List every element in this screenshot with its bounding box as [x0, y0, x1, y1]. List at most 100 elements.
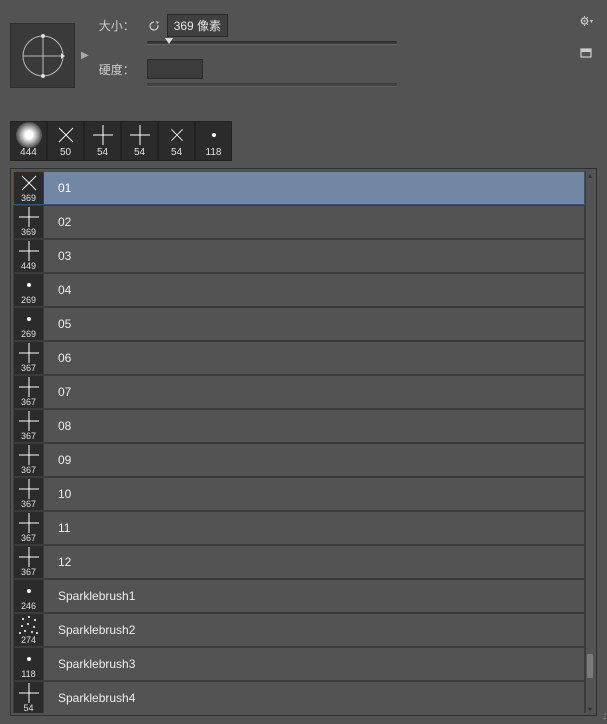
brush-item-thumb-icon — [14, 479, 43, 498]
brush-strip-size: 54 — [97, 147, 108, 158]
brush-item-label: Sparklebrush1 — [44, 589, 135, 603]
brush-item-size: 269 — [21, 296, 36, 305]
brush-list: 3690136902449032690426905367063670736708… — [13, 171, 585, 713]
brush-list-item[interactable]: 118 Sparklebrush3 — [13, 647, 585, 681]
brush-item-thumb: 269 — [14, 308, 44, 340]
brush-item-size: 246 — [21, 602, 36, 611]
brush-item-label: 08 — [44, 419, 71, 433]
brush-list-item[interactable]: 367 08 — [13, 409, 585, 443]
brush-item-size: 367 — [21, 500, 36, 509]
reset-size-icon[interactable] — [147, 19, 161, 33]
brush-item-thumb: 367 — [14, 342, 44, 374]
brush-item-thumb-icon — [14, 309, 43, 328]
brush-item-label: 05 — [44, 317, 71, 331]
size-value-input[interactable]: 369 像素 — [167, 14, 228, 37]
hardness-value-input[interactable] — [147, 59, 203, 79]
brush-list-item[interactable]: 367 10 — [13, 477, 585, 511]
chevron-right-icon: ▶ — [81, 50, 89, 61]
brush-list-item[interactable]: 246 Sparklebrush1 — [13, 579, 585, 613]
size-slider[interactable] — [147, 41, 397, 45]
hardness-row: 硬度： — [99, 59, 419, 79]
brush-item-thumb: 449 — [14, 240, 44, 272]
brush-item-thumb: 367 — [14, 410, 44, 442]
gear-icon[interactable]: ▾ — [579, 14, 593, 28]
hardness-label: 硬度： — [99, 61, 141, 78]
brush-item-thumb-icon — [14, 343, 43, 362]
brush-list-item[interactable]: 274Sparklebrush2 — [13, 613, 585, 647]
brush-strip: 444 50 54 54 54 118 — [10, 121, 607, 161]
brush-item-thumb: 369 — [14, 172, 44, 204]
brush-item-thumb: 369 — [14, 206, 44, 238]
brush-item-label: 02 — [44, 215, 71, 229]
brush-item-thumb-icon — [14, 547, 43, 566]
brush-strip-item[interactable]: 54 — [121, 121, 158, 161]
brush-item-size: 367 — [21, 568, 36, 577]
brush-item-thumb-icon — [14, 615, 43, 634]
brush-angle-preview-wrap: ▶ — [10, 10, 89, 101]
brush-item-label: 07 — [44, 385, 71, 399]
brush-item-label: 03 — [44, 249, 71, 263]
brush-thumb-icon — [11, 124, 46, 146]
brush-list-item[interactable]: 36706 — [13, 341, 585, 375]
resize-grip-icon[interactable]: .:: — [603, 711, 605, 722]
brush-item-label: 06 — [44, 351, 71, 365]
brush-list-item[interactable]: 269 05 — [13, 307, 585, 341]
brush-thumb-icon — [159, 124, 194, 146]
brush-item-thumb: 274 — [14, 614, 44, 646]
brush-list-item[interactable]: 36709 — [13, 443, 585, 477]
brush-thumb-icon — [48, 124, 83, 146]
hardness-slider[interactable] — [147, 83, 397, 87]
brush-list-item[interactable]: 36901 — [13, 171, 585, 205]
scroll-up-icon[interactable]: ▴ — [586, 171, 594, 179]
brush-strip-size: 444 — [20, 147, 37, 158]
brush-list-item[interactable]: 36712 — [13, 545, 585, 579]
brush-item-label: 11 — [44, 521, 70, 535]
brush-list-item[interactable]: 367 11 — [13, 511, 585, 545]
brush-item-thumb-icon — [14, 513, 43, 532]
svg-text:▾: ▾ — [590, 19, 593, 25]
brush-options-header: ▶ 大小： 369 像素 硬度： — [0, 0, 607, 105]
brush-item-size: 54 — [23, 704, 33, 713]
brush-item-thumb-icon — [14, 411, 43, 430]
brush-item-thumb-icon — [14, 275, 43, 294]
brush-item-thumb: 54 — [14, 682, 44, 713]
scrollbar-thumb[interactable] — [586, 653, 594, 679]
brush-strip-size: 54 — [171, 147, 182, 158]
brush-strip-size: 54 — [134, 147, 145, 158]
brush-strip-item[interactable]: 118 — [195, 121, 232, 161]
brush-item-thumb-icon — [14, 683, 43, 702]
brush-strip-item[interactable]: 54 — [158, 121, 195, 161]
list-scrollbar[interactable]: ▴ ▾ — [585, 171, 594, 713]
brush-item-thumb: 269 — [14, 274, 44, 306]
brush-list-item[interactable]: 44903 — [13, 239, 585, 273]
brush-item-size: 367 — [21, 534, 36, 543]
brush-strip-item[interactable]: 444 — [10, 121, 47, 161]
scroll-down-icon[interactable]: ▾ — [586, 705, 594, 713]
brush-sliders: 大小： 369 像素 硬度： — [99, 10, 419, 101]
new-preset-icon[interactable] — [579, 46, 593, 60]
panel-corner-controls: ▾ — [579, 14, 593, 60]
brush-item-label: Sparklebrush2 — [44, 623, 135, 637]
brush-item-thumb: 246 — [14, 580, 44, 612]
brush-item-label: 01 — [44, 181, 71, 195]
brush-item-thumb-icon — [14, 649, 43, 668]
brush-angle-control[interactable] — [10, 23, 75, 88]
brush-item-thumb: 118 — [14, 648, 44, 680]
brush-strip-item[interactable]: 54 — [84, 121, 121, 161]
brush-item-size: 367 — [21, 432, 36, 441]
brush-item-thumb-icon — [14, 241, 43, 260]
brush-item-thumb-icon — [14, 207, 43, 226]
brush-list-item[interactable]: 54Sparklebrush4 — [13, 681, 585, 713]
brush-item-size: 367 — [21, 398, 36, 407]
brush-list-item[interactable]: 36902 — [13, 205, 585, 239]
size-slider-thumb[interactable] — [165, 38, 173, 44]
brush-item-size: 118 — [21, 670, 35, 679]
brush-item-label: 10 — [44, 487, 71, 501]
brush-item-size: 269 — [21, 330, 36, 339]
brush-item-thumb: 367 — [14, 478, 44, 510]
brush-strip-item[interactable]: 50 — [47, 121, 84, 161]
brush-item-thumb: 367 — [14, 444, 44, 476]
brush-list-item[interactable]: 367 07 — [13, 375, 585, 409]
brush-list-item[interactable]: 26904 — [13, 273, 585, 307]
brush-item-label: Sparklebrush3 — [44, 657, 135, 671]
